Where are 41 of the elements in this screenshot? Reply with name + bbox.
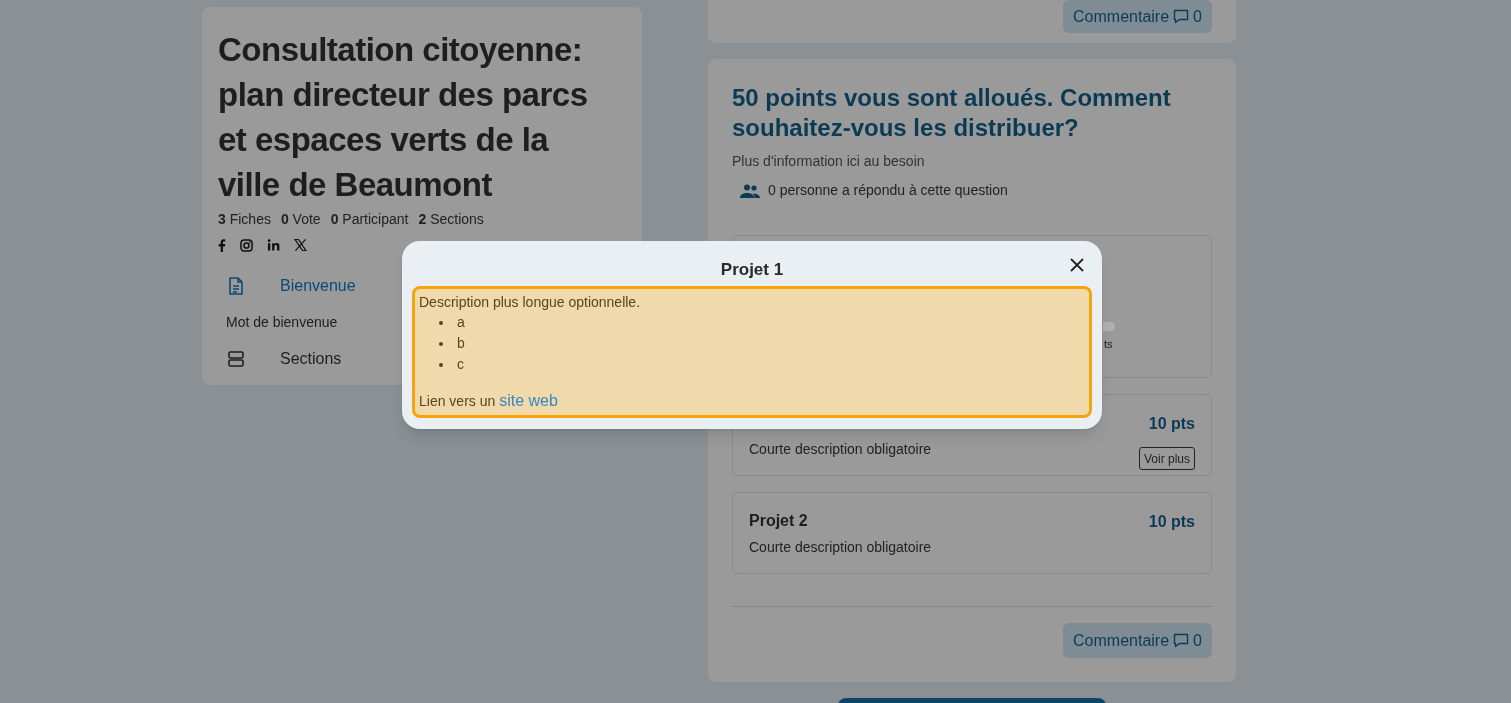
- stat-text: 0 Vote: [280, 210, 321, 229]
- modal-title: Projet 1: [720, 259, 784, 281]
- people-icon: [740, 183, 760, 198]
- comment-button[interactable]: Commentaire 0: [1063, 0, 1212, 33]
- bullet-text: c: [457, 355, 464, 374]
- project-title: Projet 2: [749, 511, 808, 531]
- comment-icon: [1173, 9, 1190, 24]
- stat-text: 3 Fiches: [218, 210, 271, 229]
- sections-icon: [228, 351, 244, 367]
- question-info: Plus d'information ici au besoin: [732, 152, 926, 171]
- close-icon[interactable]: [1070, 258, 1084, 272]
- slider-track: [1103, 322, 1115, 331]
- description-text: Description plus longue optionnelle.: [419, 293, 642, 312]
- facebook-icon[interactable]: [218, 238, 226, 252]
- project-points: 10 pts: [1148, 414, 1195, 434]
- link-sentence: Lien vers un site web: [419, 393, 558, 409]
- question-title: 50 points vous sont alloués. Comment souhaitez-vous les distribuer?: [732, 83, 1172, 143]
- project-points: 10 pts: [1148, 512, 1195, 532]
- bullet-text: a: [457, 313, 465, 332]
- survey-title: Consultation citoyenne: plan directeur des parcs et espaces verts de la ville de Beaumont: [218, 30, 589, 205]
- nav-subitem[interactable]: Mot de bienvenue: [218, 312, 338, 333]
- project-description: Courte description obligatoire: [749, 538, 932, 557]
- nav-item[interactable]: Sections: [280, 347, 342, 371]
- see-more-button[interactable]: Voir plus: [1138, 447, 1195, 470]
- stat-text: 2 Sections: [418, 210, 484, 229]
- linkedin-icon[interactable]: [267, 239, 280, 251]
- project-description: Courte description obligatoire: [749, 440, 932, 459]
- bullet-icon: [439, 341, 443, 346]
- instagram-icon[interactable]: [240, 238, 253, 252]
- comment-icon: [1173, 633, 1190, 648]
- respondent-count: 0 personne a répondu à cette question: [768, 181, 1008, 200]
- points-label: ts: [1104, 337, 1113, 352]
- nav-item[interactable]: Bienvenue: [280, 274, 356, 298]
- website-link[interactable]: site web: [499, 392, 558, 409]
- document-icon: [228, 277, 244, 295]
- bullet-icon: [439, 320, 443, 325]
- bullet-text: b: [457, 334, 465, 353]
- comment-button[interactable]: Commentaire 0: [1063, 623, 1212, 658]
- stat-text: 0 Participant: [330, 210, 409, 229]
- x-icon[interactable]: [294, 239, 307, 251]
- bullet-icon: [439, 362, 443, 367]
